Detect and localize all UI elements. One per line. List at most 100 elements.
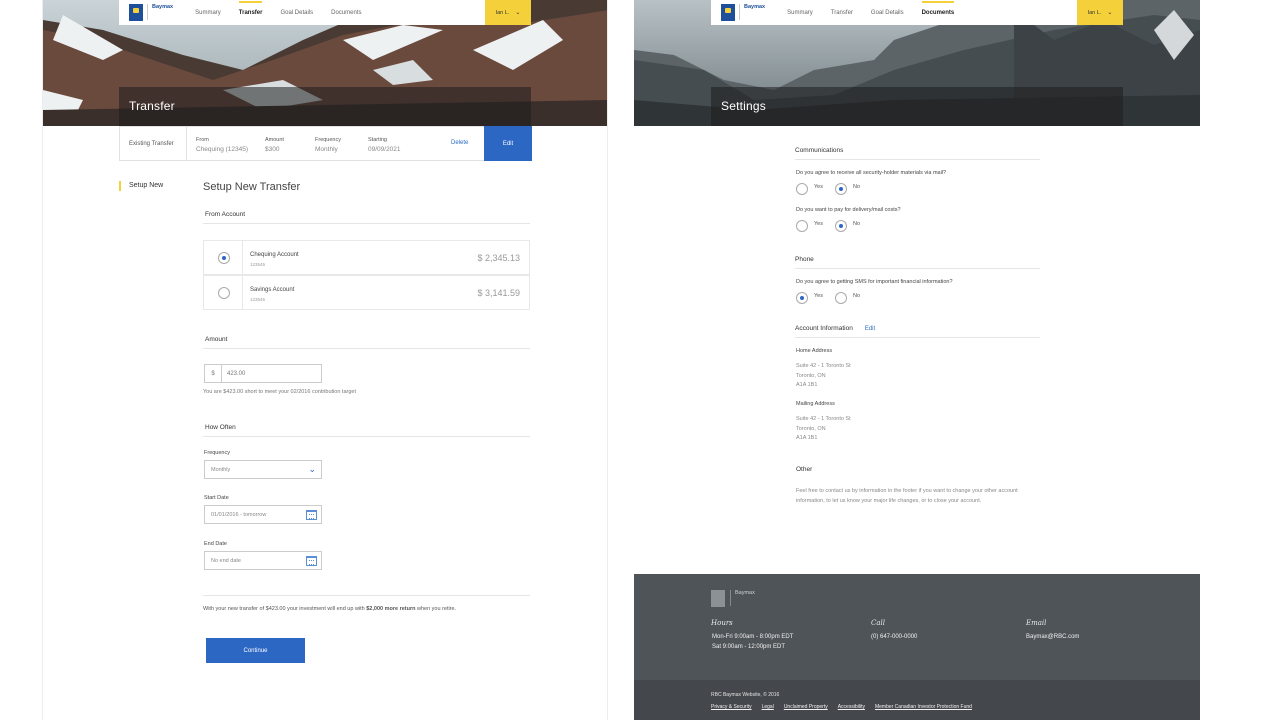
rbc-logo	[711, 590, 725, 607]
start-date-label: Start Date	[204, 495, 229, 501]
option-label: No	[853, 293, 861, 299]
frequency-select[interactable]: Monthly ⌄	[204, 460, 322, 479]
calendar-icon[interactable]	[306, 510, 317, 520]
accessibility-link[interactable]: Accessibility	[838, 704, 865, 710]
cipf-link[interactable]: Member Canadian Investor Protection Fund	[875, 704, 972, 710]
from-value: Chequing (12345)	[196, 146, 249, 153]
account-balance: $ 2,345.13	[477, 253, 520, 263]
page-title: Settings	[711, 87, 1123, 126]
option-label: Yes	[814, 293, 823, 299]
brand-name: Baymax	[739, 4, 765, 20]
nav-goal-details[interactable]: Goal Details	[280, 10, 313, 16]
page-title: Transfer	[119, 87, 531, 126]
unclaimed-property-link[interactable]: Unclaimed Property	[784, 704, 828, 710]
chevron-down-icon: ⌄	[308, 464, 316, 474]
chevron-down-icon: ⌄	[1107, 10, 1113, 16]
nav-transfer[interactable]: Transfer	[238, 0, 262, 16]
copyright: RBC Baymax Website, © 2016	[711, 692, 780, 698]
sms-question: Do you agree to getting SMS for importan…	[796, 279, 953, 285]
nav-documents[interactable]: Documents	[331, 10, 361, 16]
amount-heading: Amount	[265, 137, 284, 143]
end-date-input[interactable]: No end date	[204, 551, 322, 570]
starting-column: Starting 09/09/2021	[368, 137, 401, 153]
other-text: Feel free to contact us by information i…	[796, 488, 1018, 504]
start-date-input[interactable]: 01/01/2016 - tomorrow	[204, 505, 322, 524]
divider	[203, 595, 530, 596]
user-menu[interactable]: Ian L. ⌄	[1077, 0, 1123, 25]
nav-summary[interactable]: Summary	[195, 10, 221, 16]
divider	[242, 276, 243, 309]
user-name: Ian L.	[1087, 9, 1102, 16]
account-option-chequing[interactable]: Chequing Account 123545 $ 2,345.13	[203, 240, 530, 275]
phone-heading: Phone	[795, 256, 1040, 269]
delivery-question: Do you want to pay for delivery/mail cos…	[796, 207, 901, 213]
currency-symbol: $	[205, 365, 222, 382]
mailing-address: Mailing Address Suite 42 - 1 Toronto St …	[796, 401, 851, 444]
account-number: 123545	[250, 262, 266, 267]
privacy-link[interactable]: Privacy & Security	[711, 704, 752, 710]
chevron-down-icon: ⌄	[515, 10, 521, 16]
amount-column: Amount $300	[265, 137, 284, 153]
start-date-value: 01/01/2016 - tomorrow	[211, 512, 267, 518]
account-option-savings[interactable]: Savings Account 123545 $ 3,141.59	[203, 275, 530, 310]
nav-documents[interactable]: Documents	[921, 0, 954, 16]
radio-unselected[interactable]	[796, 183, 808, 195]
account-name: Chequing Account	[250, 252, 299, 258]
nav-goal-details[interactable]: Goal Details	[871, 10, 904, 16]
amount-heading: Amount	[203, 336, 530, 349]
radio-unselected[interactable]	[835, 292, 847, 304]
call-heading: Call	[871, 619, 886, 627]
address-line: Toronto, ON	[796, 372, 826, 379]
radio-selected[interactable]	[835, 183, 847, 195]
calendar-icon[interactable]	[306, 556, 317, 566]
address-line: A1A 1B1	[796, 435, 818, 441]
home-address-label: Home Address	[796, 348, 833, 354]
email-heading: Email	[1026, 619, 1047, 627]
account-edit-link[interactable]: Edit	[865, 326, 875, 332]
frequency-value: Monthly	[211, 467, 231, 473]
address-line: A1A 1B1	[796, 382, 818, 388]
radio-selected[interactable]	[218, 252, 230, 264]
end-date-value: No end date	[211, 558, 241, 564]
home-address: Home Address Suite 42 - 1 Toronto St Tor…	[796, 348, 851, 391]
amount-value: $300	[265, 146, 280, 153]
email-link[interactable]: Baymax@RBC.com	[1026, 632, 1079, 642]
footer-bottom: RBC Baymax Website, © 2016 Privacy & Sec…	[634, 680, 1200, 720]
starting-value: 09/09/2021	[368, 146, 401, 153]
from-account-heading: From Account	[203, 211, 530, 224]
continue-button[interactable]: Continue	[206, 638, 305, 663]
account-info-label: Account Information	[795, 325, 853, 332]
rbc-logo	[129, 4, 143, 21]
nav-summary[interactable]: Summary	[787, 10, 813, 16]
summary-highlight: $2,000 more return	[366, 606, 416, 612]
side-nav-setup-new[interactable]: Setup New	[119, 181, 163, 191]
radio-unselected[interactable]	[796, 220, 808, 232]
frequency-value: Monthly	[315, 146, 338, 153]
edit-button[interactable]: Edit	[484, 126, 532, 161]
delete-button[interactable]: Delete	[451, 140, 468, 146]
section-heading: Setup New Transfer	[203, 181, 301, 193]
legal-link[interactable]: Legal	[762, 704, 774, 710]
address-line: Toronto, ON	[796, 425, 826, 432]
address-line: Suite 42 - 1 Toronto St	[796, 363, 851, 369]
radio-selected[interactable]	[835, 220, 847, 232]
amount-input[interactable]: $ 423.00	[204, 364, 322, 383]
how-often-heading: How Often	[203, 424, 530, 437]
footer: Baymax Hours Mon-Fri 9:00am - 8:00pm EDT…	[634, 574, 1200, 720]
mailing-address-lines: Suite 42 - 1 Toronto St Toronto, ON A1A …	[796, 415, 851, 444]
user-menu[interactable]: Ian L. ⌄	[485, 0, 531, 25]
phone-number[interactable]: (0) 647-000-0000	[871, 632, 917, 642]
divider	[242, 241, 243, 274]
radio-selected[interactable]	[796, 292, 808, 304]
account-balance: $ 3,141.59	[477, 288, 520, 298]
account-number: 123545	[250, 297, 266, 302]
starting-heading: Starting	[368, 137, 387, 143]
divider	[186, 127, 187, 160]
account-info-heading: Account Information Edit	[795, 325, 1040, 338]
address-line: Suite 42 - 1 Toronto St	[796, 416, 851, 422]
nav-transfer[interactable]: Transfer	[831, 10, 853, 16]
frequency-heading: Frequency	[315, 137, 341, 143]
radio-unselected[interactable]	[218, 287, 230, 299]
end-date-label: End Date	[204, 541, 227, 547]
from-column: From Chequing (12345)	[196, 137, 248, 153]
